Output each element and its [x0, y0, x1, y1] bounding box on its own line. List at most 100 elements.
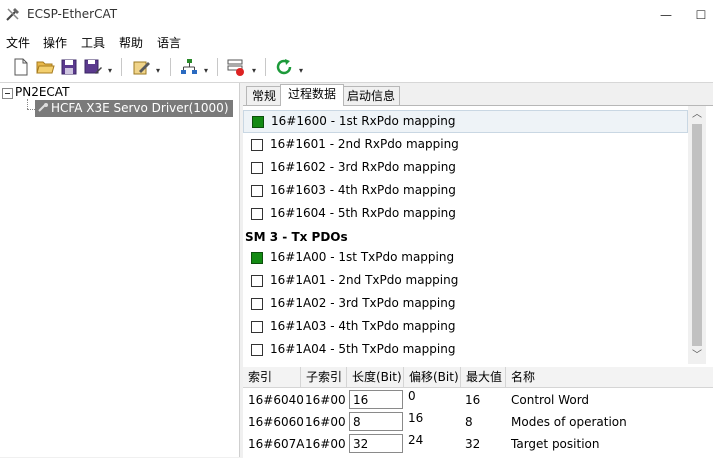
cell-offset: 0 [408, 389, 416, 403]
pdo-row[interactable]: 16#1A00 - 1st TxPdo mapping [243, 247, 688, 270]
section-heading-tx: SM 3 - Tx PDOs [245, 230, 348, 244]
cell-index: 16#607A [248, 437, 305, 451]
pdo-list: 16#1600 - 1st RxPdo mapping 16#1601 - 2n… [243, 106, 688, 364]
cell-name: Modes of operation [511, 415, 627, 429]
tab-process-data[interactable]: 过程数据 [280, 84, 344, 106]
column-header-index[interactable]: 索引 [243, 367, 301, 387]
pdo-row[interactable]: 16#1A01 - 2nd TxPdo mapping [243, 270, 688, 293]
length-input[interactable]: 16 [349, 390, 403, 409]
pdo-list-scrollbar[interactable]: ︿ ﹀ [688, 106, 706, 364]
cell-name: Target position [511, 437, 600, 451]
tree-collapse-toggle[interactable] [2, 88, 13, 99]
pdo-label: 16#1601 - 2nd RxPdo mapping [270, 137, 459, 151]
edit-dropdown-icon[interactable]: ▾ [156, 66, 160, 75]
cell-name: Control Word [511, 393, 590, 407]
window-title: ECSP-EtherCAT [27, 7, 118, 21]
save-dropdown-icon[interactable]: ▾ [108, 66, 112, 75]
pdo-row[interactable]: 16#1603 - 4th RxPdo mapping [243, 180, 688, 203]
pdo-row[interactable]: 16#1602 - 3rd RxPdo mapping [243, 157, 688, 180]
pdo-checkbox[interactable] [252, 116, 264, 128]
new-file-icon[interactable] [11, 57, 31, 77]
tree-node-label: HCFA X3E Servo Driver(1000) [51, 101, 229, 115]
table-row[interactable]: 16#6060 16#00 8 16 8 Modes of operation [243, 411, 713, 433]
save-icon[interactable] [59, 57, 79, 77]
pdo-label: 16#1604 - 5th RxPdo mapping [270, 206, 456, 220]
cell-offset: 24 [408, 433, 424, 447]
length-input[interactable]: 8 [349, 412, 403, 431]
device-config-icon[interactable] [226, 57, 246, 77]
pdo-label: 16#1A04 - 5th TxPdo mapping [270, 342, 456, 356]
menu-language[interactable]: 语言 [157, 34, 181, 51]
tree-node-servo-driver[interactable]: HCFA X3E Servo Driver(1000) [35, 100, 233, 117]
pdo-label: 16#1A00 - 1st TxPdo mapping [270, 250, 455, 264]
pdo-checkbox[interactable] [251, 321, 263, 333]
column-header-subindex[interactable]: 子索引 [301, 367, 347, 387]
pdo-row[interactable]: 16#1A04 - 5th TxPdo mapping [243, 339, 688, 362]
refresh-dropdown-icon[interactable]: ▾ [299, 66, 303, 75]
toolbar-separator [121, 58, 122, 76]
pdo-row[interactable]: 16#1601 - 2nd RxPdo mapping [243, 134, 688, 157]
pdo-entry-table: 索引 子索引 长度(Bit) 偏移(Bit) 最大值 名称 16#6040 16… [243, 367, 713, 458]
pdo-label: 16#1A01 - 2nd TxPdo mapping [270, 273, 459, 287]
cell-subindex: 16#00 [305, 393, 346, 407]
menu-file[interactable]: 文件 [6, 34, 30, 51]
toolbar-separator [217, 58, 218, 76]
menu-bar: 文件 操作 工具 帮助 语言 [0, 30, 713, 52]
maximize-button[interactable]: ☐ [689, 0, 713, 30]
cell-max: 16 [465, 393, 481, 407]
table-header: 索引 子索引 长度(Bit) 偏移(Bit) 最大值 名称 [243, 367, 713, 388]
pdo-row[interactable]: 16#1600 - 1st RxPdo mapping [243, 110, 688, 133]
pdo-row[interactable]: 16#1A02 - 3rd TxPdo mapping [243, 293, 688, 316]
pdo-row[interactable]: 16#1604 - 5th RxPdo mapping [243, 203, 688, 226]
tree-root-node[interactable]: PN2ECAT [15, 85, 69, 99]
pdo-checkbox[interactable] [251, 275, 263, 287]
device-dropdown-icon[interactable]: ▾ [252, 66, 256, 75]
network-dropdown-icon[interactable]: ▾ [204, 66, 208, 75]
tab-startup-info[interactable]: 启动信息 [342, 86, 400, 105]
process-data-panel: 16#1600 - 1st RxPdo mapping 16#1601 - 2n… [243, 105, 713, 458]
cell-max: 32 [465, 437, 481, 451]
table-row[interactable]: 16#607A 16#00 32 24 32 Target position [243, 433, 713, 455]
table-row[interactable]: 16#6040 16#00 16 0 16 Control Word [243, 389, 713, 411]
pdo-row[interactable]: 16#1A03 - 4th TxPdo mapping [243, 316, 688, 339]
pdo-checkbox[interactable] [251, 344, 263, 356]
menu-operation[interactable]: 操作 [43, 34, 67, 51]
pdo-checkbox[interactable] [251, 185, 263, 197]
menu-help[interactable]: 帮助 [119, 34, 143, 51]
open-folder-icon[interactable] [35, 57, 55, 77]
scroll-down-icon[interactable]: ﹀ [688, 347, 706, 364]
column-header-max[interactable]: 最大值 [461, 367, 506, 387]
tools-icon [6, 8, 19, 21]
pdo-checkbox[interactable] [251, 139, 263, 151]
edit-settings-icon[interactable] [131, 57, 151, 77]
scroll-up-icon[interactable]: ︿ [688, 106, 706, 123]
refresh-icon[interactable] [274, 57, 294, 77]
cell-subindex: 16#00 [305, 415, 346, 429]
cell-index: 16#6060 [248, 415, 304, 429]
servo-device-icon [38, 103, 48, 112]
pdo-checkbox[interactable] [251, 208, 263, 220]
pdo-label: 16#1A02 - 3rd TxPdo mapping [270, 296, 456, 310]
cell-index: 16#6040 [248, 393, 304, 407]
scrollbar-thumb[interactable] [692, 124, 702, 346]
column-header-name[interactable]: 名称 [506, 367, 706, 387]
minimize-button[interactable]: — [643, 0, 689, 30]
length-input[interactable]: 32 [349, 434, 403, 453]
tree-connector [27, 99, 29, 109]
pdo-checkbox[interactable] [251, 298, 263, 310]
pdo-checkbox[interactable] [251, 162, 263, 174]
cell-offset: 16 [408, 411, 424, 425]
column-header-offset[interactable]: 偏移(Bit) [404, 367, 461, 387]
network-topology-icon[interactable] [179, 57, 199, 77]
pdo-label: 16#1603 - 4th RxPdo mapping [270, 183, 456, 197]
column-header-length[interactable]: 长度(Bit) [347, 367, 404, 387]
device-tree: PN2ECAT HCFA X3E Servo Driver(1000) [0, 83, 240, 457]
pdo-label: 16#1A03 - 4th TxPdo mapping [270, 319, 456, 333]
pdo-label: 16#1602 - 3rd RxPdo mapping [270, 160, 456, 174]
tab-general[interactable]: 常规 [246, 86, 282, 105]
menu-tools[interactable]: 工具 [81, 34, 105, 51]
save-as-icon[interactable] [83, 57, 103, 77]
tree-connector [27, 109, 35, 111]
cell-subindex: 16#00 [305, 437, 346, 451]
pdo-checkbox[interactable] [251, 252, 263, 264]
